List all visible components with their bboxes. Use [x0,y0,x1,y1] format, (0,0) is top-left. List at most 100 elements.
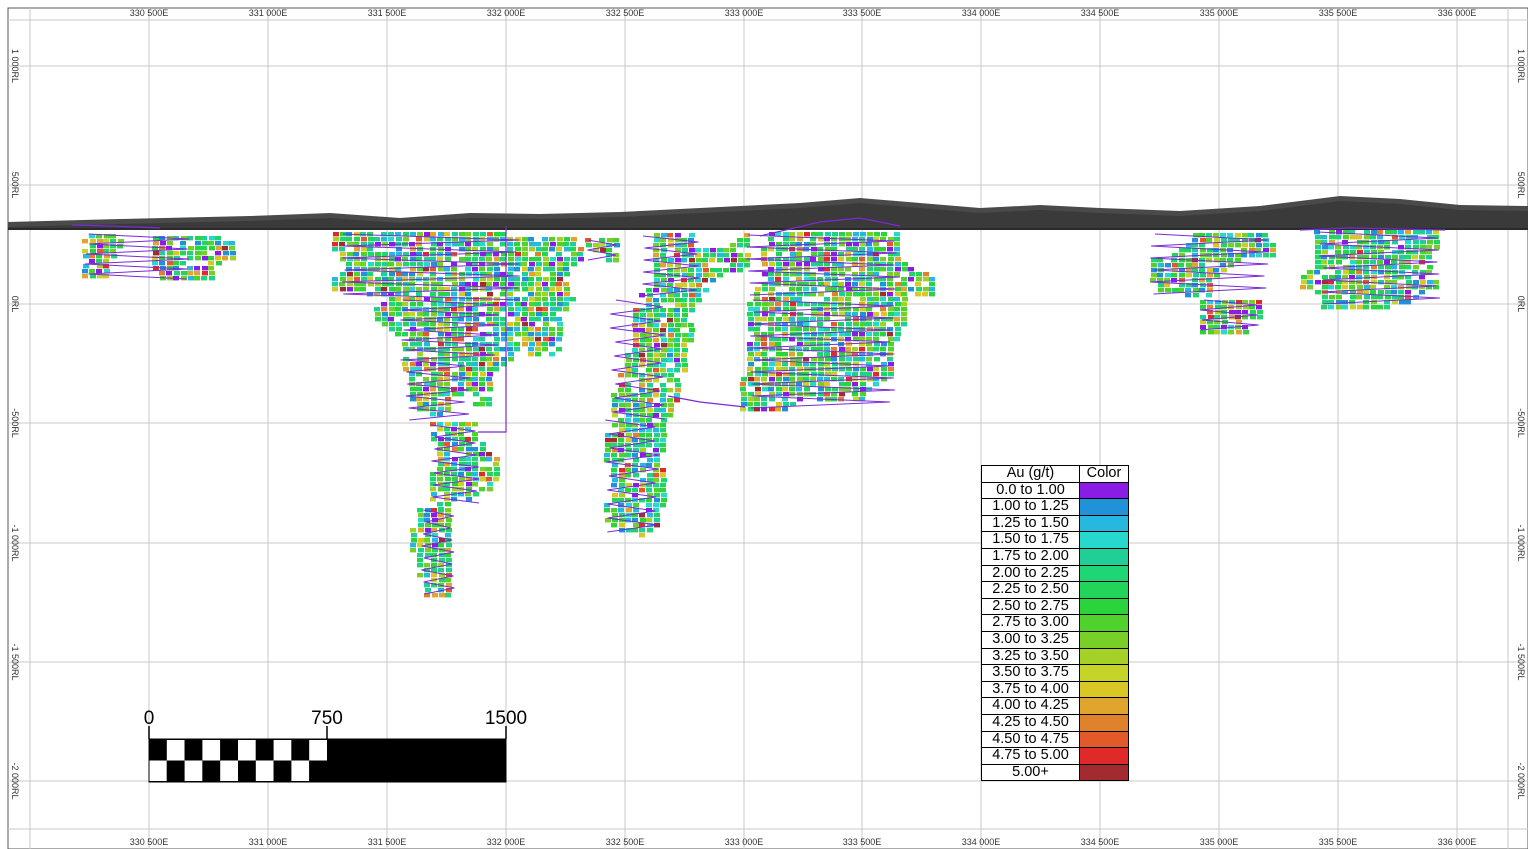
model-block [1342,285,1348,290]
model-block [674,338,680,343]
rl-label: -2 000RL [1516,762,1526,799]
model-block [431,492,437,497]
model-block [845,332,851,337]
scale-checker [149,740,167,761]
model-block [557,272,563,277]
model-block [1349,285,1355,290]
scale-checker [220,760,238,781]
model-block [625,363,631,368]
model-block [668,338,674,343]
model-block [417,232,423,237]
model-block [818,257,824,262]
model-block [796,262,802,267]
model-block [605,443,611,448]
model-block [549,342,555,347]
model-block [916,272,922,277]
model-block [1405,255,1411,260]
model-block [347,252,353,257]
model-block [1206,238,1212,243]
model-block [368,252,374,257]
model-block [723,253,729,258]
model-block [824,312,830,317]
model-block [1413,240,1419,245]
model-block [626,438,632,443]
model-block [96,269,102,274]
model-block [667,288,673,293]
model-block [430,327,436,332]
model-block [1164,278,1170,283]
model-block [437,262,443,267]
model-block [647,313,653,318]
model-block [1398,230,1404,235]
model-block [500,317,506,322]
model-block [528,327,534,332]
model-block [803,317,809,322]
model-block [403,367,409,372]
model-block [430,477,436,482]
model-block [522,307,528,312]
model-block [654,353,660,358]
model-block [557,267,563,272]
model-block [831,242,837,247]
model-block [1178,263,1184,268]
model-block [563,267,569,272]
model-block [866,242,872,247]
model-block [424,232,430,237]
model-block [347,272,353,277]
model-block [810,327,816,332]
model-block [354,262,360,267]
model-block [515,257,521,262]
model-block [612,498,618,503]
model-block [188,246,194,251]
model-block [689,233,695,238]
model-block [528,332,534,337]
model-block [368,242,374,247]
model-block [1335,270,1341,275]
model-block [873,312,879,317]
model-block [410,262,416,267]
model-block [361,247,367,252]
model-block [1426,230,1432,235]
rl-label: 0RL [10,296,20,313]
model-block [789,262,795,267]
model-block [1350,305,1356,310]
model-block [487,292,493,297]
model-block [82,249,88,254]
model-block [535,267,541,272]
model-block [446,568,452,573]
model-block [1336,305,1342,310]
model-block [717,273,723,278]
model-block [396,262,402,267]
model-block [1220,233,1226,238]
model-block [852,257,858,262]
model-block [1206,258,1212,263]
model-block [375,262,381,267]
model-block [458,482,464,487]
model-block [730,243,736,248]
model-block [667,318,673,323]
model-block [556,252,562,257]
model-block [654,343,660,348]
model-block [653,448,659,453]
model-block [895,327,901,332]
model-block [417,332,423,337]
rl-label: -1 000RL [1516,524,1526,561]
model-block [625,388,631,393]
model-block [410,302,416,307]
model-block [522,327,528,332]
model-block [1328,305,1334,310]
model-block [195,241,201,246]
model-block [223,251,229,256]
easting-label: 332 500E [606,8,645,18]
model-block [522,287,528,292]
model-block [1356,235,1362,240]
model-block [542,282,548,287]
model-block [549,332,555,337]
model-block [818,382,824,387]
model-block [782,327,788,332]
model-block [873,367,879,372]
model-block [674,293,680,298]
model-block [571,237,577,242]
model-block [737,238,743,243]
model-block [1213,243,1219,248]
